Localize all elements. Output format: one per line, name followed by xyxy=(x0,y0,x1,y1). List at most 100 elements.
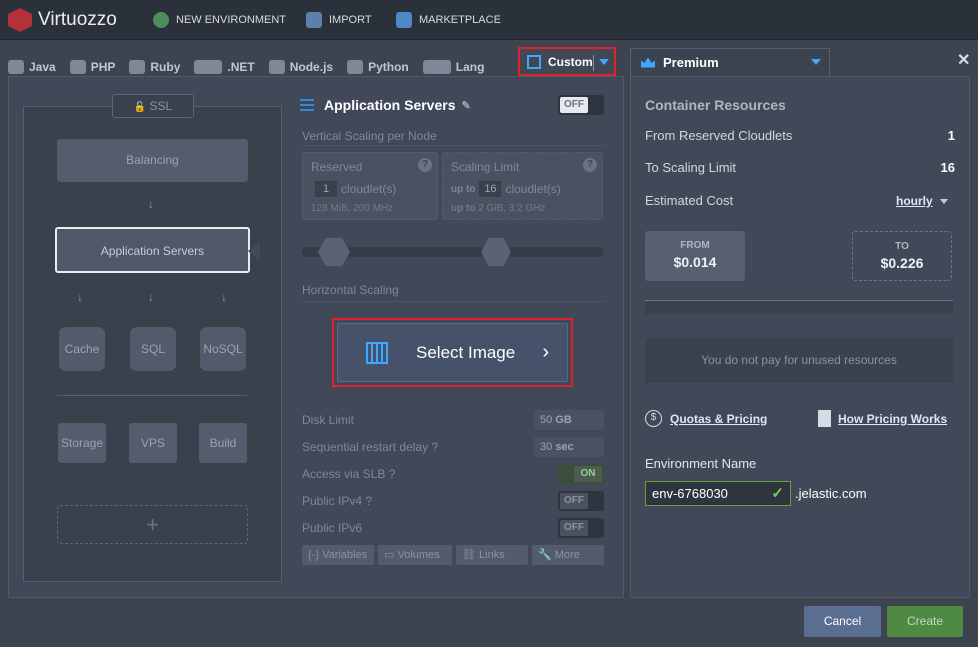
app-servers-toggle[interactable]: OFF xyxy=(558,95,604,115)
arrow-down-icon: ↓ xyxy=(148,197,154,211)
chevron-right-icon: › xyxy=(542,341,549,363)
arrow-down-icon: ↓ xyxy=(221,290,227,304)
vertical-scaling-label: Vertical Scaling per Node xyxy=(302,129,437,143)
crown-icon xyxy=(641,57,655,68)
help-icon[interactable]: ? xyxy=(418,158,432,172)
cost-from-box: FROM $0.014 xyxy=(645,231,745,281)
cost-range-bar xyxy=(645,300,953,314)
premium-dropdown-icon[interactable] xyxy=(811,59,821,65)
php-icon xyxy=(69,60,86,74)
logo-cube-icon xyxy=(8,8,32,32)
ipv6-label: Public IPv6 xyxy=(302,521,363,535)
tab-python[interactable]: Python xyxy=(347,60,409,74)
close-icon[interactable]: ✕ xyxy=(957,50,970,70)
edit-pencil-icon[interactable]: ✎ xyxy=(462,99,471,112)
tab-nodejs[interactable]: Node.js xyxy=(268,60,333,74)
how-pricing-works-link[interactable]: How Pricing Works xyxy=(818,410,947,427)
add-node-button[interactable]: + xyxy=(57,505,248,544)
tab-go-lang[interactable]: Lang xyxy=(422,60,484,74)
environment-name-input[interactable]: env-6768030 ✓ xyxy=(645,481,791,506)
horizontal-scaling-label: Horizontal Scaling xyxy=(302,283,399,297)
disk-limit-input[interactable]: 50 GB xyxy=(534,410,604,430)
build-button[interactable]: Build xyxy=(199,423,247,463)
slb-label: Access via SLB ? xyxy=(302,467,396,481)
arrow-down-icon: ↓ xyxy=(148,290,154,304)
marketplace-button[interactable]: MARKETPLACE xyxy=(396,12,501,28)
marketplace-icon xyxy=(396,12,412,28)
nodejs-icon xyxy=(268,60,285,74)
variables-button[interactable]: {-} Variables xyxy=(302,545,374,565)
tab-premium[interactable]: Premium xyxy=(630,48,830,76)
variables-icon: {-} xyxy=(308,549,320,561)
custom-dropdown-icon[interactable] xyxy=(599,59,609,65)
pricing-panel xyxy=(630,76,970,598)
reserved-cloudlets-input[interactable]: 1 xyxy=(315,181,337,197)
import-button[interactable]: IMPORT xyxy=(306,12,372,28)
app-name: Virtuozzo xyxy=(38,9,117,30)
dollar-icon: $ xyxy=(645,410,662,427)
tab-php[interactable]: PHP xyxy=(69,60,115,74)
custom-container-icon xyxy=(527,54,541,69)
reserved-cloudlets-label: From Reserved Cloudlets xyxy=(645,128,793,143)
links-button[interactable]: ⛓ Links xyxy=(456,545,528,565)
python-icon xyxy=(347,60,364,74)
select-image-button[interactable]: Select Image › xyxy=(337,323,568,382)
disk-limit-label: Disk Limit xyxy=(302,413,355,427)
estimated-cost-label: Estimated Cost xyxy=(645,193,734,208)
ssl-toggle[interactable]: 🔓 SSL xyxy=(112,94,194,118)
quotas-pricing-link[interactable]: $ Quotas & Pricing xyxy=(645,410,767,427)
dotnet-icon xyxy=(194,60,223,74)
slb-toggle[interactable]: ON xyxy=(558,464,604,484)
tab-custom[interactable]: Custom xyxy=(518,47,616,76)
docker-image-icon xyxy=(366,341,388,364)
domain-suffix: .jelastic.com xyxy=(795,486,867,501)
cost-period-dropdown[interactable]: hourly xyxy=(896,194,948,208)
check-icon: ✓ xyxy=(771,485,784,502)
container-resources-title: Container Resources xyxy=(645,97,786,113)
java-icon xyxy=(8,60,24,74)
nosql-button[interactable]: NoSQL xyxy=(200,327,246,371)
application-servers-button[interactable]: Application Servers xyxy=(55,227,250,273)
storage-button[interactable]: Storage xyxy=(58,423,106,463)
help-icon[interactable]: ? xyxy=(431,440,438,454)
lock-icon: 🔓 xyxy=(133,102,147,113)
top-bar: Virtuozzo NEW ENVIRONMENT IMPORT MARKETP… xyxy=(0,0,978,40)
go-icon xyxy=(422,60,451,74)
application-servers-title: Application Servers ✎ xyxy=(300,97,471,113)
arrow-down-icon: ↓ xyxy=(77,290,83,304)
ipv4-toggle[interactable]: OFF xyxy=(558,491,604,511)
balancing-button[interactable]: Balancing xyxy=(57,139,248,182)
cost-to-box: TO $0.226 xyxy=(852,231,952,281)
select-image-highlight: Select Image › xyxy=(332,318,573,387)
wrench-icon: 🔧 xyxy=(538,549,552,561)
reserved-cloudlets-value: 1 xyxy=(947,128,955,143)
cancel-button[interactable]: Cancel xyxy=(804,606,881,637)
list-icon xyxy=(300,99,314,111)
new-environment-button[interactable]: NEW ENVIRONMENT xyxy=(153,12,286,28)
help-icon[interactable]: ? xyxy=(365,494,372,508)
reserved-cloudlets-box: Reserved? 1 cloudlet(s) 128 MiB, 200 MHz xyxy=(302,152,438,220)
link-icon: ⛓ xyxy=(462,549,476,561)
restart-delay-input[interactable]: 30 sec xyxy=(534,437,604,457)
ruby-icon xyxy=(129,60,146,74)
import-icon xyxy=(306,12,322,28)
plus-circle-icon xyxy=(153,12,169,28)
vps-button[interactable]: VPS xyxy=(129,423,177,463)
scaling-limit-input[interactable]: 16 xyxy=(479,181,502,197)
tab-java[interactable]: Java xyxy=(8,60,56,74)
more-button[interactable]: 🔧 More xyxy=(532,545,604,565)
volumes-button[interactable]: ▭ Volumes xyxy=(378,545,452,565)
divider xyxy=(57,395,247,396)
document-icon xyxy=(818,410,831,427)
sql-button[interactable]: SQL xyxy=(130,327,176,371)
scaling-limit-value: 16 xyxy=(940,160,955,175)
help-icon[interactable]: ? xyxy=(583,158,597,172)
cache-button[interactable]: Cache xyxy=(59,327,105,371)
create-button[interactable]: Create xyxy=(887,606,963,637)
ipv6-toggle[interactable]: OFF xyxy=(558,518,604,538)
unused-resources-note: You do not pay for unused resources xyxy=(645,338,953,383)
help-icon[interactable]: ? xyxy=(389,467,396,481)
virtuozzo-logo[interactable]: Virtuozzo xyxy=(8,8,117,32)
tab-dotnet[interactable]: .NET xyxy=(194,60,255,74)
tab-ruby[interactable]: Ruby xyxy=(129,60,180,74)
